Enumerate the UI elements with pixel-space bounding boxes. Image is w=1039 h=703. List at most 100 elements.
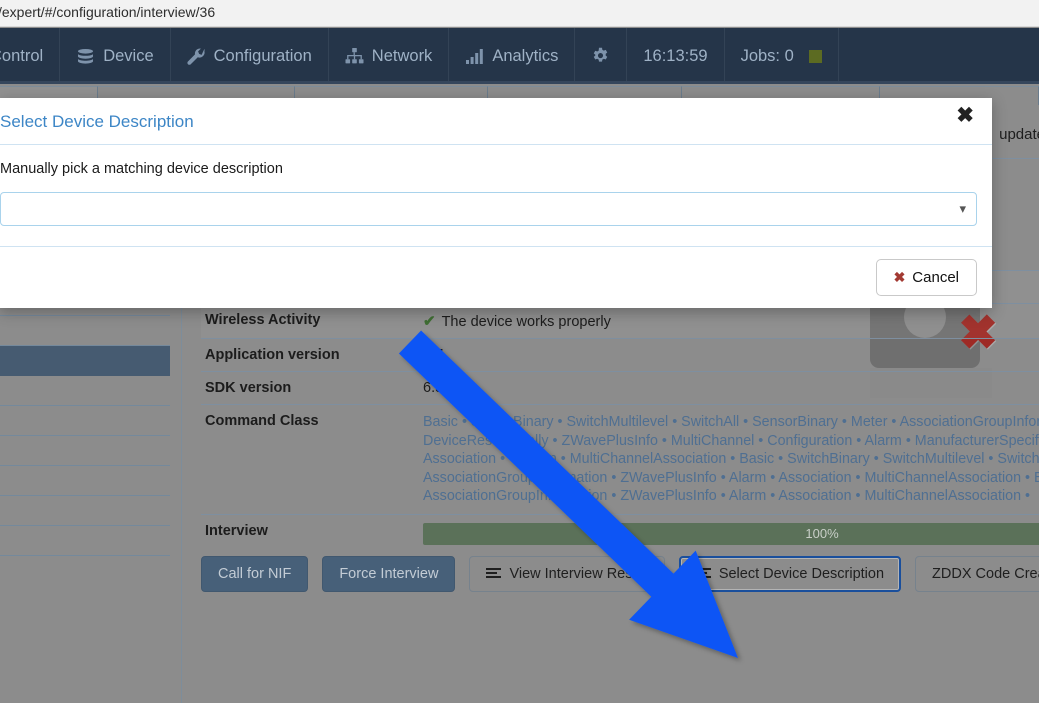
sidebar-item[interactable]: kkamer: [0, 406, 170, 436]
nav-item-gear-icon[interactable]: [575, 28, 628, 84]
command-class-link[interactable]: MultiChannelAssociation: [865, 470, 1022, 486]
table-row-value: Basic • SwitchBinary • SwitchMultilevel …: [419, 404, 1039, 515]
command-class-link[interactable]: Alarm: [729, 488, 766, 504]
force-interview-button[interactable]: Force Interview: [322, 556, 456, 592]
command-class-separator: •: [852, 432, 865, 449]
call-for-nif-button[interactable]: Call for NIF: [201, 556, 309, 592]
nav-item-label: 16:13:59: [643, 46, 708, 65]
status-text: The device works properly: [441, 314, 611, 330]
table-row-key: Wireless Activity: [201, 303, 419, 339]
cancel-button[interactable]: ✖ Cancel: [875, 259, 977, 296]
command-class-link[interactable]: AssociationGroupInformation: [423, 470, 607, 486]
device-description-select[interactable]: [0, 192, 977, 226]
command-class-link[interactable]: Association: [423, 451, 496, 467]
close-icon[interactable]: ✖: [950, 104, 980, 127]
command-class-link[interactable]: MultiChannelAssociation: [865, 488, 1022, 504]
sidebar-item[interactable]: ntrale: [0, 496, 170, 526]
sidebar-item[interactable]: cht: [0, 466, 170, 496]
command-class-link[interactable]: MultiChannel: [671, 433, 754, 449]
device-info-table: Device TypeRouting Multilevel SwitchWire…: [201, 270, 1039, 553]
command-class-link[interactable]: SwitchMultilevel: [883, 451, 985, 467]
command-class-link[interactable]: Association: [778, 488, 851, 504]
button-label: Select Device Description: [718, 566, 885, 582]
check-icon: ✔: [423, 313, 436, 330]
command-class-link[interactable]: Version: [509, 451, 557, 467]
command-class-separator: •: [607, 488, 621, 505]
sidebar-item[interactable]: ne: [0, 526, 170, 556]
command-class-separator: •: [668, 414, 682, 430]
sidebar-item[interactable]: [0, 316, 170, 346]
list-icon: [486, 568, 502, 580]
command-class-link[interactable]: SwitchMultilevel: [567, 414, 669, 430]
table-row: Application version 3.7: [201, 338, 1039, 372]
nav-item-device[interactable]: Device: [60, 28, 171, 84]
nav-item-analytics[interactable]: Analytics: [449, 28, 576, 84]
command-class-link[interactable]: SwitchAll: [997, 451, 1039, 467]
command-class-link[interactable]: MultiChannelAssociation: [570, 451, 727, 467]
command-class-link[interactable]: Association: [778, 470, 851, 486]
command-class-link[interactable]: Alarm: [729, 470, 766, 486]
nav-item-label: Control: [0, 46, 44, 65]
modal-instruction-label: Manually pick a matching device descript…: [0, 161, 283, 177]
table-row-value: 6.51.06: [419, 371, 1039, 405]
select-device-description-button[interactable]: Select Device Description: [678, 556, 902, 592]
command-class-separator: •: [766, 488, 779, 505]
sidebar-item[interactable]: [0, 346, 170, 376]
nav-item-configuration[interactable]: Configuration: [171, 28, 329, 84]
table-row-key: Interview: [201, 513, 419, 553]
browser-url-bar[interactable]: /expert/#/configuration/interview/36: [0, 0, 1039, 27]
command-class-link[interactable]: DeviceResetLocally: [423, 433, 549, 449]
command-class-link[interactable]: Alarm: [865, 433, 902, 449]
modal-title: Select Device Description: [0, 112, 194, 131]
cancel-button-label: Cancel: [912, 269, 959, 286]
nav-item-jobs-0[interactable]: Jobs: 0: [725, 28, 839, 84]
button-label: Call for NIF: [218, 566, 292, 582]
list-icon: [695, 568, 711, 580]
command-class-link[interactable]: Basic: [739, 451, 774, 467]
nav-item-control[interactable]: Control: [0, 28, 61, 84]
command-class-link[interactable]: ManufacturerSpecific: [915, 433, 1039, 449]
button-label: View Interview Result: [509, 566, 648, 582]
action-button-row[interactable]: Call for NIF Force Interview View Intervie…: [201, 556, 1039, 592]
command-class-separator: •: [1021, 488, 1031, 505]
command-class-link[interactable]: SensorBinary: [752, 414, 838, 430]
table-row: Wireless Activity ✔ The device works prope…: [201, 303, 1039, 339]
command-class-separator: •: [774, 451, 788, 468]
command-class-link[interactable]: Meter: [851, 414, 888, 430]
table-row: Command Class Basic • SwitchBinary • Swit…: [201, 404, 1039, 515]
command-class-separator: •: [496, 451, 510, 468]
table-row-key: Command Class: [201, 404, 419, 515]
table-row-value: ✔ The device works properly: [419, 303, 1039, 339]
app-navbar: Control Device Configuration Network Analyti…: [0, 28, 1039, 84]
zddx-code-creator-button[interactable]: ZDDX Code Creator: [915, 556, 1039, 592]
command-class-link[interactable]: AssociationGroupInformation: [423, 488, 607, 504]
table-row: SDK version 6.51.06: [201, 371, 1039, 405]
table-row-key: SDK version: [201, 371, 419, 405]
command-class-link[interactable]: Basic: [1034, 470, 1039, 486]
update-link[interactable]: update: [999, 126, 1039, 143]
device-description-select-wrap: ▾: [0, 192, 977, 226]
database-icon: [76, 48, 95, 65]
sidebar-item[interactable]: kkamer: [0, 376, 170, 406]
command-class-link[interactable]: SwitchAll: [681, 414, 739, 430]
command-class-link[interactable]: SwitchBinary: [471, 414, 554, 430]
command-class-separator: •: [901, 432, 915, 449]
nav-item-16-13-59[interactable]: 16:13:59: [627, 28, 725, 84]
command-class-link[interactable]: AssociationGroupInformation: [900, 414, 1039, 430]
command-class-link[interactable]: SwitchBinary: [787, 451, 870, 467]
command-class-link[interactable]: Basic: [423, 414, 458, 430]
bar-chart-icon: [465, 48, 484, 65]
button-label: Force Interview: [339, 566, 439, 582]
command-class-separator: •: [716, 469, 729, 486]
command-class-separator: •: [1021, 469, 1035, 486]
command-class-link[interactable]: ZWavePlusInfo: [620, 488, 716, 504]
table-row-value: 3.7: [419, 338, 1039, 372]
nav-item-network[interactable]: Network: [329, 28, 450, 84]
view-interview-result-button[interactable]: View Interview Result: [469, 556, 665, 592]
sidebar-item[interactable]: nkamer: [0, 436, 170, 466]
screenshot-root: /expert/#/configuration/interview/36 Con…: [0, 0, 1039, 703]
command-class-separator: •: [837, 414, 851, 430]
command-class-link[interactable]: ZWavePlusInfo: [562, 433, 658, 449]
command-class-link[interactable]: Configuration: [767, 433, 852, 449]
command-class-link[interactable]: ZWavePlusInfo: [620, 470, 716, 486]
